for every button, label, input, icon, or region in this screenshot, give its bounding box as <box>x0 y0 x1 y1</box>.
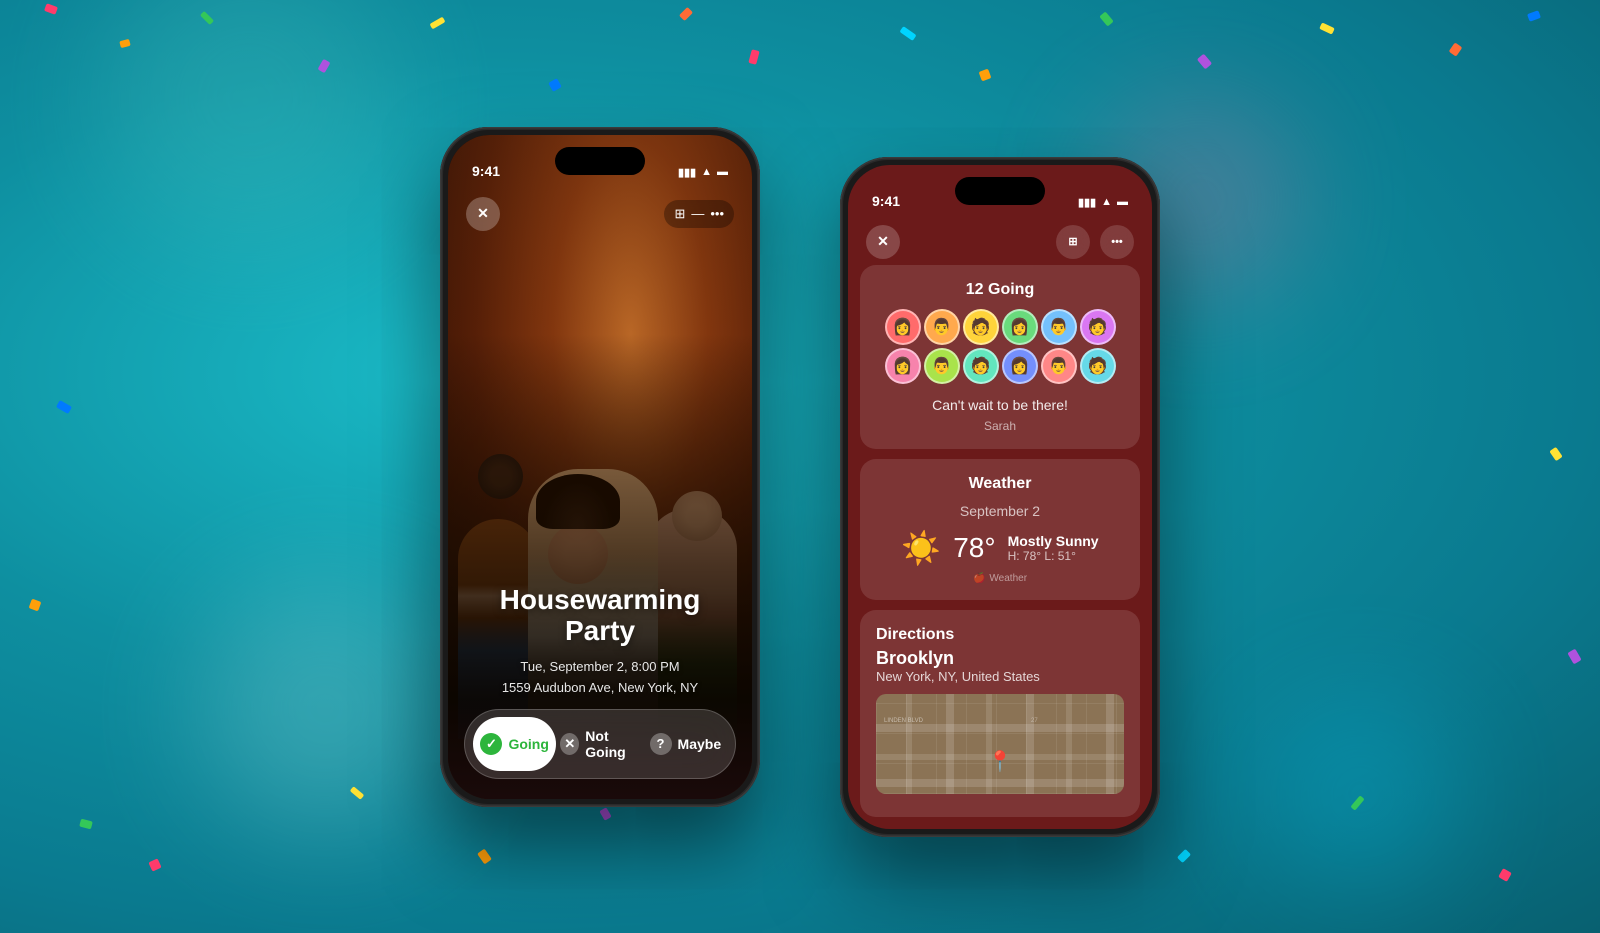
weather-desc: Mostly Sunny H: 78° L: 51° <box>1008 533 1099 563</box>
event-address: 1559 Audubon Ave, New York, NY <box>470 678 730 699</box>
phones-container: 9:41 ▮▮▮ ▲ ▬ ✕ ⊞ — ••• <box>440 127 1160 807</box>
avatar: 👨 <box>1041 309 1077 345</box>
avatar: 👩 <box>885 309 921 345</box>
not-going-x-icon: ✕ <box>560 733 579 755</box>
event-info: Housewarming Party Tue, September 2, 8:0… <box>448 585 752 698</box>
directions-title: Directions <box>876 626 1124 644</box>
avatar: 👩 <box>1002 309 1038 345</box>
weather-title: Weather <box>876 475 1124 493</box>
signal-icon: ▮▮▮ <box>678 166 696 179</box>
more-button-2[interactable]: ••• <box>1100 225 1134 259</box>
sun-icon: ☀️ <box>901 529 941 567</box>
directions-card: Directions Brooklyn New York, NY, United… <box>860 610 1140 816</box>
avatar: 👩 <box>1002 348 1038 384</box>
weather-credit-text: Weather <box>989 573 1027 584</box>
phone-1-status-icons: ▮▮▮ ▲ ▬ <box>678 166 728 179</box>
avatar: 👨 <box>924 309 960 345</box>
maybe-question-icon: ? <box>650 733 672 755</box>
close-button-2[interactable]: ✕ <box>866 225 900 259</box>
phone-1-content: 9:41 ▮▮▮ ▲ ▬ ✕ ⊞ — ••• <box>448 135 752 799</box>
going-check-icon: ✓ <box>480 733 502 755</box>
phone-1-time: 9:41 <box>472 163 500 179</box>
phone-2-screen: 9:41 ▮▮▮ ▲ ▬ ✕ ⊞ ••• <box>848 165 1152 829</box>
going-button[interactable]: ✓ Going <box>473 717 556 771</box>
weather-date: September 2 <box>876 503 1124 519</box>
not-going-button[interactable]: ✕ Not Going <box>560 717 643 771</box>
maybe-label: Maybe <box>678 736 722 752</box>
map-preview: LINDEN BLVD 27 📍 <box>876 694 1124 794</box>
weather-main: ☀️ 78° Mostly Sunny H: 78° L: 51° <box>876 529 1124 567</box>
directions-place: Brooklyn <box>876 648 1124 669</box>
phone-2: 9:41 ▮▮▮ ▲ ▬ ✕ ⊞ ••• <box>840 157 1160 837</box>
weather-condition: Mostly Sunny <box>1008 533 1099 549</box>
going-label: Going <box>508 736 548 752</box>
event-title: Housewarming Party <box>470 585 730 647</box>
calendar-icon: ⊞ <box>674 206 685 222</box>
avatar: 👨 <box>1041 348 1077 384</box>
not-going-label: Not Going <box>585 728 643 760</box>
avatar: 🧑 <box>963 309 999 345</box>
avatar: 🧑 <box>963 348 999 384</box>
avatar: 🧑 <box>1080 309 1116 345</box>
phone-2-header: ✕ ⊞ ••• <box>848 215 1152 269</box>
header-right-actions: ⊞ — ••• <box>664 197 734 231</box>
rsvp-bar: ✓ Going ✕ Not Going ? Maybe <box>464 709 736 779</box>
attendees-count: 12 Going <box>876 281 1124 299</box>
bg-light-3 <box>200 583 450 833</box>
more-icon: ••• <box>710 206 724 222</box>
svg-text:LINDEN BLVD: LINDEN BLVD <box>884 718 924 724</box>
event-header: ✕ ⊞ — ••• <box>448 185 752 243</box>
phone-1-screen: 9:41 ▮▮▮ ▲ ▬ ✕ ⊞ — ••• <box>448 135 752 799</box>
avatars-row: 👩👨🧑👩👨🧑👩👨🧑👩👨🧑 <box>876 309 1124 384</box>
event-date: Tue, September 2, 8:00 PM <box>470 657 730 678</box>
weather-high-low: H: 78° L: 51° <box>1008 549 1099 563</box>
weather-credit: 🍎 Weather <box>876 573 1124 584</box>
phone-1: 9:41 ▮▮▮ ▲ ▬ ✕ ⊞ — ••• <box>440 127 760 807</box>
map-roads-svg: LINDEN BLVD 27 <box>876 694 1124 794</box>
phone-1-status-bar: 9:41 ▮▮▮ ▲ ▬ <box>448 135 752 185</box>
battery-icon: ▬ <box>717 166 728 178</box>
phone-2-content: 9:41 ▮▮▮ ▲ ▬ ✕ ⊞ ••• <box>848 165 1152 829</box>
weather-temp: 78° <box>953 532 995 564</box>
close-button[interactable]: ✕ <box>466 197 500 231</box>
attendee-author: Sarah <box>876 419 1124 433</box>
svg-text:27: 27 <box>1031 718 1038 724</box>
minus-icon: — <box>691 206 704 222</box>
bg-light-4 <box>1270 703 1450 883</box>
battery-icon-2: ▬ <box>1117 196 1128 208</box>
attendees-card: 12 Going 👩👨🧑👩👨🧑👩👨🧑👩👨🧑 Can't wait to be t… <box>860 265 1140 450</box>
phone-2-status-icons: ▮▮▮ ▲ ▬ <box>1078 196 1128 209</box>
details-content: 12 Going 👩👨🧑👩👨🧑👩👨🧑👩👨🧑 Can't wait to be t… <box>860 265 1140 817</box>
maybe-button[interactable]: ? Maybe <box>644 717 727 771</box>
weather-card: Weather September 2 ☀️ 78° Mostly Sunny … <box>860 459 1140 600</box>
phone-2-time: 9:41 <box>872 193 900 209</box>
attendee-comment: Can't wait to be there! <box>876 396 1124 416</box>
phone-2-header-actions: ⊞ ••• <box>1056 225 1134 259</box>
avatar: 👩 <box>885 348 921 384</box>
avatar: 👨 <box>924 348 960 384</box>
calendar-button-2[interactable]: ⊞ <box>1056 225 1090 259</box>
wifi-icon-2: ▲ <box>1101 196 1112 208</box>
map-pin-icon: 📍 <box>988 749 1013 774</box>
wifi-icon: ▲ <box>701 166 712 178</box>
apple-logo: 🍎 <box>973 573 985 584</box>
directions-address: New York, NY, United States <box>876 669 1124 684</box>
avatar: 🧑 <box>1080 348 1116 384</box>
header-icon-group: ⊞ — ••• <box>664 200 734 228</box>
phone-2-status-bar: 9:41 ▮▮▮ ▲ ▬ <box>848 165 1152 215</box>
signal-icon-2: ▮▮▮ <box>1078 196 1096 209</box>
